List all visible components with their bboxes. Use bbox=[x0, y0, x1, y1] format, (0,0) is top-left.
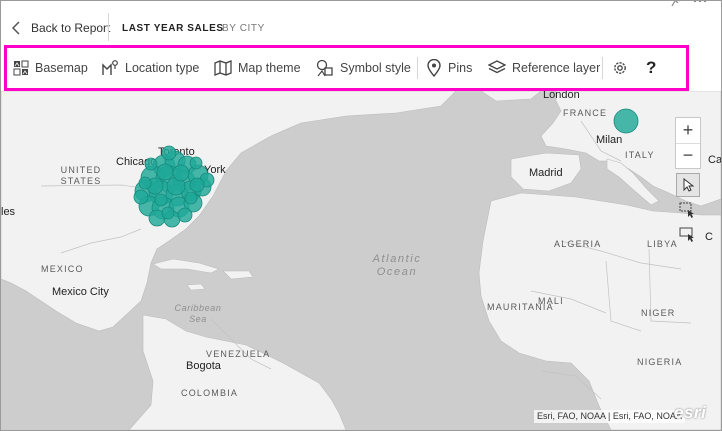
basemap-label: Basemap bbox=[35, 61, 88, 75]
map-theme-icon bbox=[214, 60, 232, 76]
back-to-report-button[interactable]: Back to Report bbox=[9, 17, 110, 39]
toolbar-divider bbox=[602, 57, 603, 79]
basemap-icon bbox=[13, 60, 29, 76]
location-type-icon bbox=[102, 60, 118, 75]
zoom-control: + − bbox=[675, 117, 701, 169]
bubble-layer[interactable] bbox=[1, 91, 721, 430]
city-bubble[interactable] bbox=[144, 157, 158, 171]
select-pointer-button[interactable] bbox=[676, 173, 700, 197]
rectangle-select-button[interactable] bbox=[676, 199, 698, 221]
city-bubble[interactable] bbox=[138, 176, 152, 190]
city-bubble[interactable] bbox=[161, 145, 177, 161]
gear-icon bbox=[614, 62, 626, 74]
basemap-button[interactable]: Basemap bbox=[13, 48, 88, 88]
rectangle-select-icon bbox=[679, 202, 694, 218]
lasso-select-button[interactable] bbox=[676, 223, 698, 245]
reference-layer-label: Reference layer bbox=[512, 61, 601, 75]
more-icon[interactable] bbox=[693, 1, 707, 10]
pins-button[interactable]: Pins bbox=[426, 48, 472, 88]
tab-last-year-sales[interactable]: LAST YEAR SALES bbox=[122, 23, 224, 34]
layers-icon bbox=[488, 60, 506, 74]
location-type-label: Location type bbox=[125, 61, 200, 75]
settings-button[interactable] bbox=[612, 48, 628, 88]
tab-by-city[interactable]: BY CITY bbox=[222, 23, 265, 34]
symbol-style-button[interactable]: Symbol style bbox=[316, 48, 411, 88]
reference-layer-button[interactable]: Reference layer bbox=[488, 48, 600, 88]
header-divider bbox=[108, 13, 109, 41]
cursor-icon bbox=[683, 178, 694, 192]
city-bubble[interactable] bbox=[133, 189, 149, 205]
city-bubble[interactable] bbox=[161, 206, 175, 220]
map-theme-label: Map theme bbox=[238, 61, 301, 75]
chevron-left-icon bbox=[11, 21, 20, 35]
city-bubble[interactable] bbox=[177, 207, 193, 223]
map-attribution: Esri, FAO, NOAA | Esri, FAO, NOAA bbox=[534, 410, 685, 423]
map-visual-window: Back to Report LAST YEAR SALES BY CITY B… bbox=[0, 0, 722, 431]
esri-logo: esri bbox=[674, 403, 707, 422]
city-bubble[interactable] bbox=[156, 163, 174, 181]
help-button[interactable]: ? bbox=[646, 48, 656, 88]
city-bubble[interactable] bbox=[184, 191, 198, 205]
pins-label: Pins bbox=[448, 61, 473, 75]
city-bubble[interactable] bbox=[189, 177, 205, 193]
city-bubble[interactable] bbox=[154, 193, 168, 207]
city-bubble[interactable] bbox=[189, 156, 203, 170]
header-bar: Back to Report LAST YEAR SALES BY CITY bbox=[1, 1, 721, 49]
city-bubble[interactable] bbox=[613, 108, 639, 134]
pin-icon bbox=[427, 59, 441, 77]
symbol-style-icon bbox=[316, 59, 333, 77]
location-type-button[interactable]: Location type bbox=[101, 48, 199, 88]
map-toolbar: Basemap Location type Map theme Symbol s… bbox=[4, 45, 689, 91]
toolbar-divider bbox=[417, 57, 418, 79]
symbol-style-label: Symbol style bbox=[340, 61, 411, 75]
map-canvas[interactable]: London Milan Chicago Toronto York Madrid… bbox=[1, 91, 721, 430]
lasso-select-icon bbox=[679, 227, 694, 242]
back-label: Back to Report bbox=[31, 21, 111, 35]
window-controls bbox=[669, 1, 707, 10]
map-theme-button[interactable]: Map theme bbox=[214, 48, 301, 88]
pin-icon[interactable] bbox=[669, 1, 681, 10]
zoom-in-button[interactable]: + bbox=[676, 118, 700, 144]
city-bubble[interactable] bbox=[172, 164, 190, 182]
zoom-out-button[interactable]: − bbox=[676, 143, 700, 168]
